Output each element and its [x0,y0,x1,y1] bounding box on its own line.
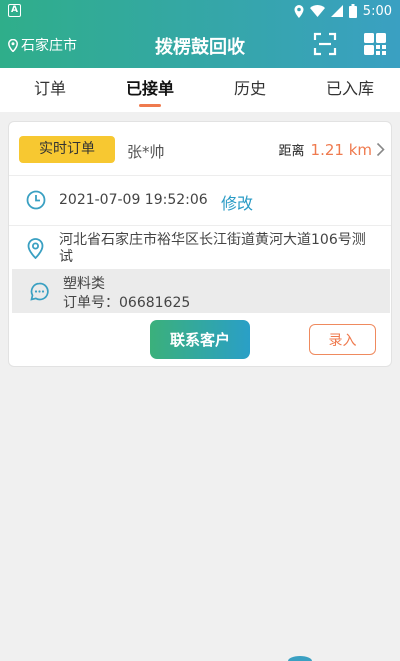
address-text: 河北省石家庄市裕华区长江街道黄河大道106号测试 [59,232,366,265]
tab-history[interactable]: 历史 [200,68,300,112]
distance-value: 1.21 km [310,140,372,159]
address-pin-icon [27,238,44,259]
chevron-right-icon[interactable] [376,142,385,157]
customer-name: 张*帅 [127,143,165,161]
grid-icon[interactable] [363,32,387,56]
distance-label: 距离 [278,144,305,159]
tab-stored[interactable]: 已入库 [300,68,400,112]
realtime-order-badge: 实时订单 [19,136,115,163]
item-category: 塑料类 [63,276,105,292]
order-number-value: 06681625 [119,295,191,311]
address-row: 河北省石家庄市裕华区长江街道黄河大道106号测试 [9,227,391,269]
notification-icon: A [8,4,21,17]
distance: 距离 1.21 km [279,140,385,159]
scan-icon[interactable] [313,32,337,56]
order-card[interactable]: 实时订单 张*帅 距离 1.21 km 2021-07-09 19:52:06 … [8,121,392,367]
order-number-label: 订单号： [63,295,119,311]
signal-icon [330,5,343,17]
item-info: 塑料类 订单号：06681625 [12,269,390,313]
clock-icon [26,190,46,210]
tab-orders[interactable]: 订单 [0,68,100,112]
status-bar: A 5:00 [0,0,400,22]
order-number: 订单号：06681625 [63,292,190,312]
status-icons: 5:00 [294,2,392,20]
chat-icon [30,282,49,301]
status-time: 5:00 [362,3,392,19]
tab-accepted[interactable]: 已接单 [100,68,200,112]
order-time-row: 2021-07-09 19:52:06 修改 [9,176,391,226]
app-header: 石家庄市 拨楞鼓回收 [0,22,400,68]
order-time: 2021-07-09 19:52:06 [59,192,208,208]
page-title: 拨楞鼓回收 [155,37,245,58]
enter-record-button[interactable]: 录入 [309,324,376,355]
edit-time-link[interactable]: 修改 [221,190,253,214]
order-card-header[interactable]: 实时订单 张*帅 距离 1.21 km [9,122,391,176]
contact-customer-button[interactable]: 联系客户 [150,320,250,359]
order-tabs: 订单 已接单 历史 已入库 [0,68,400,112]
wifi-icon [309,5,325,17]
battery-icon [348,4,357,18]
location-icon [294,4,304,18]
floating-handle[interactable] [288,656,312,661]
